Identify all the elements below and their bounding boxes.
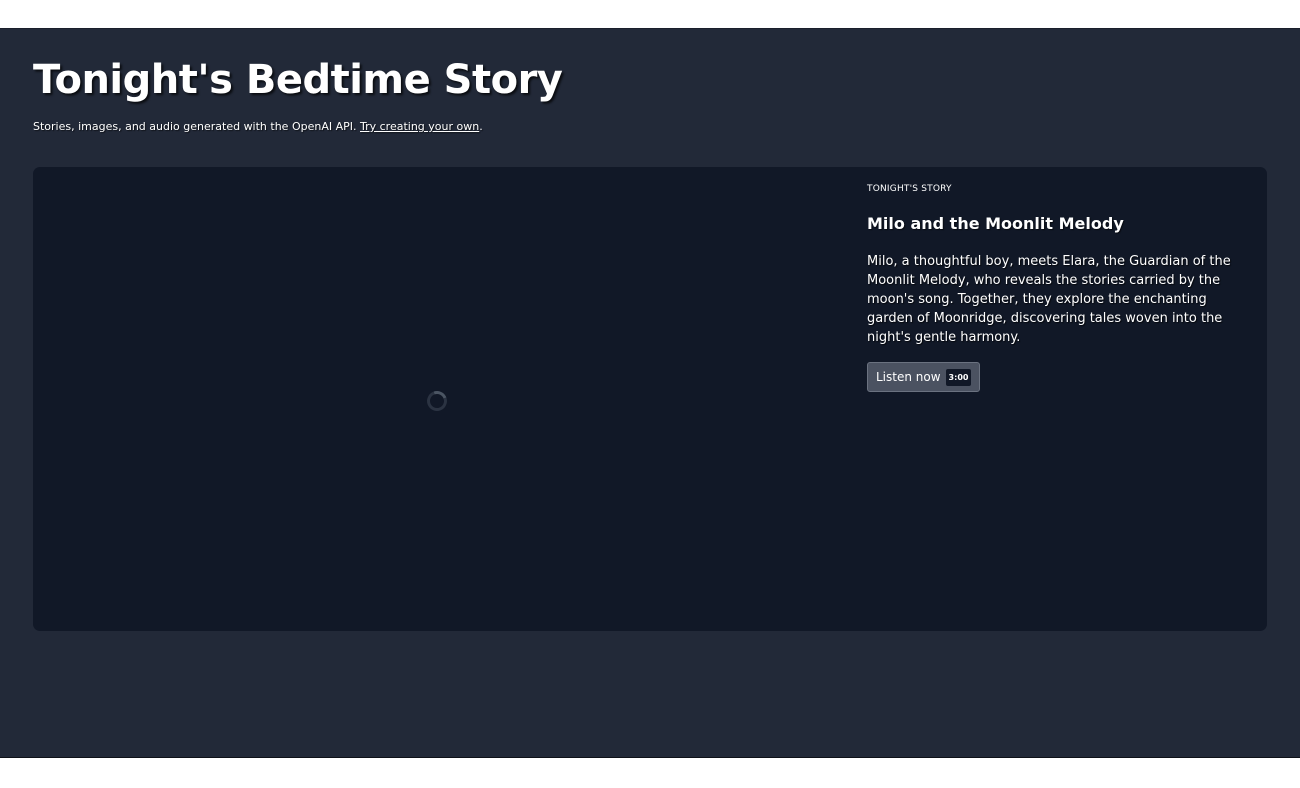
page-background: Tonight's Bedtime Story Stories, images,… — [0, 28, 1300, 758]
page-title: Tonight's Bedtime Story — [33, 57, 563, 103]
story-info: TONIGHT'S STORY Milo and the Moonlit Mel… — [867, 184, 1257, 392]
listen-now-button[interactable]: Listen now 3:00 — [867, 362, 981, 392]
story-description: Milo, a thoughtful boy, meets Elara, the… — [867, 254, 1231, 345]
duration-badge: 3:00 — [945, 368, 972, 386]
story-image-placeholder — [33, 167, 843, 631]
subtitle-text: Stories, images, and audio generated wit… — [33, 120, 360, 133]
story-eyebrow: TONIGHT'S STORY — [867, 184, 952, 194]
story-title: Milo and the Moonlit Melody — [867, 214, 1124, 233]
subtitle-period: . — [479, 120, 483, 133]
page-subtitle: Stories, images, and audio generated wit… — [33, 120, 483, 133]
story-card: TONIGHT'S STORY Milo and the Moonlit Mel… — [33, 167, 1267, 631]
try-creating-link[interactable]: Try creating your own — [360, 120, 479, 133]
listen-now-label: Listen now — [876, 370, 941, 384]
loading-spinner-icon — [423, 387, 451, 415]
